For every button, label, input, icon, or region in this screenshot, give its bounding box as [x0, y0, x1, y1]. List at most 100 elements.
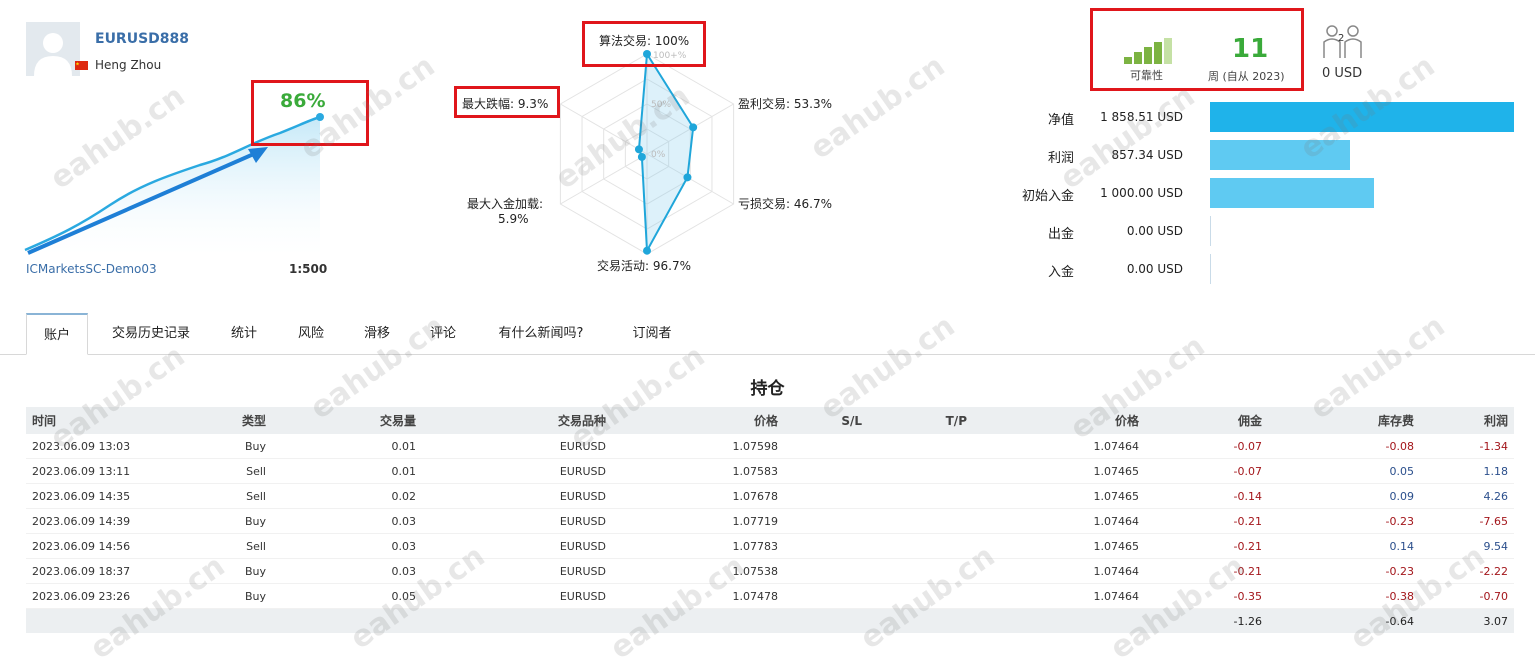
cell-symbol: EURUSD — [422, 583, 612, 609]
cell-sl — [784, 558, 868, 584]
cell-commission: -0.14 — [1145, 483, 1268, 509]
reliability-bar — [1134, 52, 1142, 64]
cell-symbol: EURUSD — [422, 533, 612, 559]
cell-type: Buy — [168, 583, 272, 609]
col-profit[interactable]: 利润 — [1420, 407, 1514, 434]
tab-slippage[interactable]: 滑移 — [348, 313, 406, 355]
cell-tp — [868, 458, 973, 484]
reliability-label: 可靠性 — [1130, 69, 1163, 82]
cell-swap: -0.08 — [1268, 434, 1420, 459]
table-row[interactable]: 2023.06.09 14:35 Sell 0.02 EURUSD 1.07678 1.0… — [26, 483, 1514, 509]
cell-time: 2023.06.09 13:11 — [26, 458, 168, 484]
col-symbol[interactable]: 交易品种 — [422, 407, 612, 434]
cell-time: 2023.06.09 14:39 — [26, 508, 168, 534]
total-empty-cell — [168, 608, 272, 633]
total-profit: 3.07 — [1420, 608, 1514, 633]
tab-risks[interactable]: 风险 — [282, 313, 340, 355]
table-row[interactable]: 2023.06.09 14:56 Sell 0.03 EURUSD 1.07783 1.0… — [26, 533, 1514, 559]
cell-type: Sell — [168, 483, 272, 509]
server-name[interactable]: ICMarketsSC-Demo03 — [26, 262, 157, 276]
table-row[interactable]: 2023.06.09 23:26 Buy 0.05 EURUSD 1.07478 1.07… — [26, 583, 1514, 609]
cell-volume: 0.01 — [272, 434, 422, 459]
financial-bar — [1210, 102, 1514, 132]
cell-volume: 0.03 — [272, 558, 422, 584]
cell-profit: 9.54 — [1420, 533, 1514, 559]
radar-label-loss: 亏损交易: 46.7% — [738, 197, 832, 211]
reliability-bar — [1124, 57, 1132, 64]
cell-tp — [868, 533, 973, 559]
tab-subscribers[interactable]: 订阅者 — [610, 313, 694, 355]
cell-open-price: 1.07583 — [612, 458, 784, 484]
radar-label-load-value: 5.9% — [498, 212, 529, 226]
avatar[interactable] — [26, 22, 80, 76]
positions-title: 持仓 — [750, 379, 785, 399]
financial-label: 初始入金 — [1021, 189, 1074, 204]
col-swap[interactable]: 库存费 — [1268, 407, 1420, 434]
reliability-bar — [1164, 38, 1172, 64]
cell-sl — [784, 533, 868, 559]
financial-value: 1 858.51 USD — [1100, 110, 1183, 124]
financial-label: 利润 — [1047, 151, 1074, 166]
col-sl[interactable]: S/L — [784, 407, 868, 434]
cell-profit: -0.70 — [1420, 583, 1514, 609]
tab-trade-history[interactable]: 交易历史记录 — [96, 313, 206, 355]
table-header-row: 时间 类型 交易量 交易品种 价格 S/L T/P 价格 佣金 库存费 利润 — [26, 407, 1514, 434]
cell-open-price: 1.07478 — [612, 583, 784, 609]
cell-type: Buy — [168, 508, 272, 534]
cell-swap: 0.14 — [1268, 533, 1420, 559]
table-row[interactable]: 2023.06.09 13:03 Buy 0.01 EURUSD 1.07598 1.07… — [26, 434, 1514, 459]
cell-profit: 4.26 — [1420, 483, 1514, 509]
radar-label-load: 最大入金加载: — [467, 197, 544, 211]
col-type[interactable]: 类型 — [168, 407, 272, 434]
weeks-label: 周 (自从 2023) — [1208, 70, 1285, 83]
financial-value: 1 000.00 USD — [1100, 186, 1183, 200]
col-open-price[interactable]: 价格 — [612, 407, 784, 434]
col-volume[interactable]: 交易量 — [272, 407, 422, 434]
cell-tp — [868, 508, 973, 534]
table-row[interactable]: 2023.06.09 13:11 Sell 0.01 EURUSD 1.07583 1.0… — [26, 458, 1514, 484]
tab-news[interactable]: 有什么新闻吗? — [480, 313, 602, 355]
financial-value: 857.34 USD — [1111, 148, 1183, 162]
cell-profit: -7.65 — [1420, 508, 1514, 534]
tab-reviews[interactable]: 评论 — [414, 313, 472, 355]
table-row[interactable]: 2023.06.09 18:37 Buy 0.03 EURUSD 1.07538 1.07… — [26, 558, 1514, 584]
cell-tp — [868, 434, 973, 459]
financial-value: 0.00 USD — [1126, 224, 1183, 238]
col-time[interactable]: 时间 — [26, 407, 168, 434]
financial-label: 出金 — [1047, 227, 1074, 242]
cell-symbol: EURUSD — [422, 434, 612, 459]
total-empty-cell — [26, 608, 168, 633]
col-tp[interactable]: T/P — [868, 407, 973, 434]
reliability-bars-icon — [1124, 38, 1174, 64]
col-commission[interactable]: 佣金 — [1145, 407, 1268, 434]
watermark-text: eahub.cn — [1054, 78, 1202, 197]
col-current-price[interactable]: 价格 — [973, 407, 1145, 434]
table-totals-row: -1.26 -0.64 3.07 — [26, 608, 1514, 633]
china-flag-icon — [75, 61, 88, 70]
cell-open-price: 1.07719 — [612, 508, 784, 534]
cell-open-price: 1.07678 — [612, 483, 784, 509]
account-name[interactable]: EURUSD888 — [95, 31, 189, 47]
total-empty-cell — [422, 608, 612, 633]
total-swap: -0.64 — [1268, 608, 1420, 633]
cell-type: Sell — [168, 458, 272, 484]
cell-volume: 0.03 — [272, 533, 422, 559]
cell-time: 2023.06.09 13:03 — [26, 434, 168, 459]
radar-label-drawdown: 最大跌幅: 9.3% — [462, 97, 549, 111]
subscriber-funds: 0 USD — [1322, 66, 1363, 81]
cell-open-price: 1.07783 — [612, 533, 784, 559]
cell-swap: -0.38 — [1268, 583, 1420, 609]
table-row[interactable]: 2023.06.09 14:39 Buy 0.03 EURUSD 1.07719 1.07… — [26, 508, 1514, 534]
cell-commission: -0.21 — [1145, 533, 1268, 559]
financial-bar — [1210, 254, 1211, 284]
tab-account[interactable]: 账户 — [26, 313, 88, 355]
radar-label-activity: 交易活动: 96.7% — [597, 259, 691, 273]
cell-sl — [784, 434, 868, 459]
tab-statistics[interactable]: 统计 — [214, 313, 274, 355]
cell-sl — [784, 483, 868, 509]
cell-swap: 0.09 — [1268, 483, 1420, 509]
total-empty-cell — [612, 608, 784, 633]
financial-bar — [1210, 140, 1350, 170]
cell-current-price: 1.07465 — [973, 458, 1145, 484]
cell-symbol: EURUSD — [422, 458, 612, 484]
